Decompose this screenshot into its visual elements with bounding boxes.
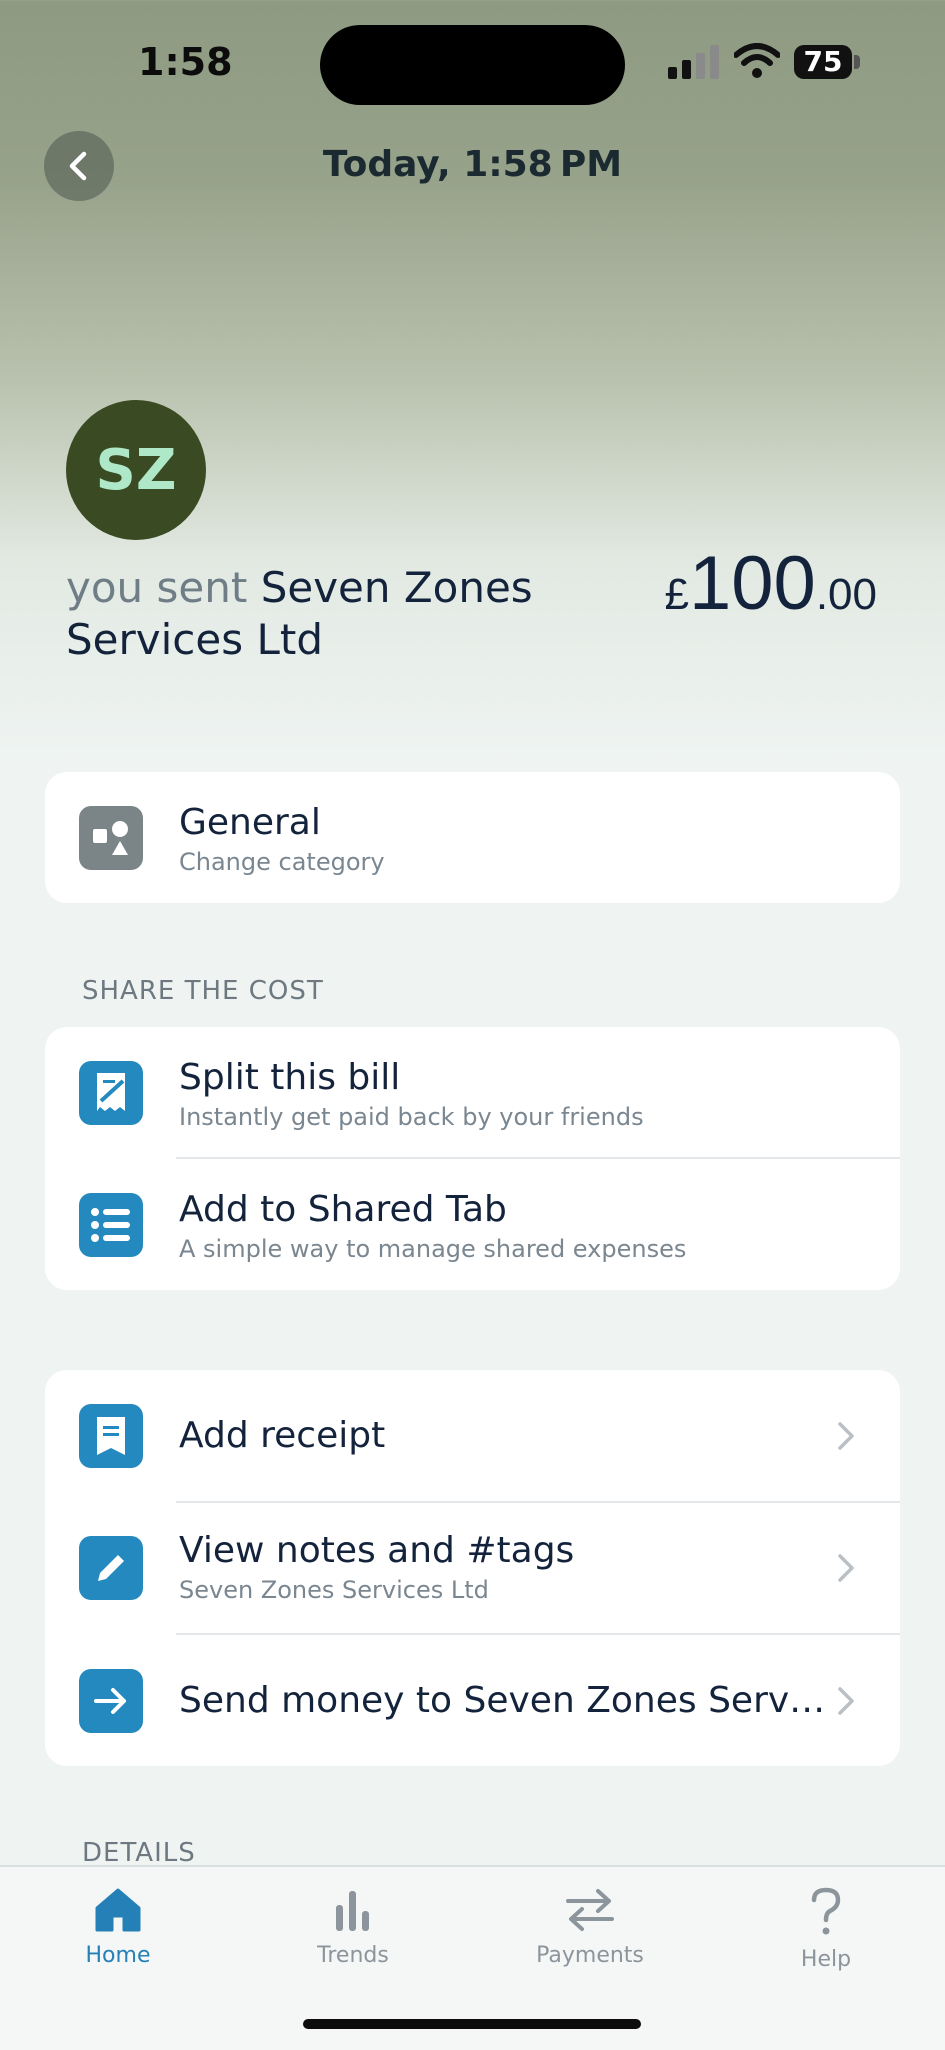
- category-icon: [79, 806, 143, 870]
- tab-trends-label: Trends: [317, 1943, 389, 1968]
- dynamic-island: [320, 25, 625, 105]
- split-bill-subtitle: Instantly get paid back by your friends: [179, 1103, 644, 1131]
- send-money-title: Send money to Seven Zones Serv…: [179, 1680, 826, 1721]
- shared-tab-subtitle: A simple way to manage shared expenses: [179, 1235, 687, 1263]
- arrow-right-icon: [94, 1688, 126, 1714]
- shapes-icon: [93, 821, 128, 855]
- amount: £100.00: [665, 540, 877, 627]
- shared-tab-title: Add to Shared Tab: [179, 1189, 507, 1230]
- avatar: SZ: [66, 400, 206, 540]
- shared-tab-icon: [79, 1193, 143, 1257]
- page-title: Today, 1:58 PM: [322, 144, 623, 185]
- share-the-cost-card: Split this bill Instantly get paid back …: [45, 1027, 900, 1290]
- details-heading: DETAILS: [82, 1838, 196, 1868]
- split-bill-icon: [79, 1061, 143, 1125]
- amount-minor: .00: [815, 570, 877, 619]
- receipt-split-icon: [97, 1073, 125, 1111]
- add-receipt-icon: [79, 1404, 143, 1468]
- tab-home-label: Home: [85, 1943, 151, 1968]
- send-money-row[interactable]: Send money to Seven Zones Serv…: [45, 1635, 900, 1766]
- home-indicator: [303, 2019, 641, 2029]
- tab-payments-label: Payments: [536, 1943, 644, 1968]
- category-title: General: [179, 802, 321, 843]
- bar-chart-icon: [336, 1891, 369, 1931]
- notes-tags-row[interactable]: View notes and #tags Seven Zones Service…: [45, 1502, 900, 1633]
- home-icon: [95, 1888, 141, 1932]
- amount-currency: £: [664, 570, 690, 619]
- cellular-signal-icon: [668, 45, 719, 79]
- tab-home[interactable]: Home: [38, 1887, 198, 1968]
- send-money-icon: [79, 1669, 143, 1733]
- category-subtitle: Change category: [179, 848, 385, 876]
- chevron-right-icon: [838, 1422, 854, 1450]
- share-the-cost-heading: SHARE THE COST: [82, 976, 324, 1006]
- notes-tags-title: View notes and #tags: [179, 1530, 575, 1571]
- battery-level: 75: [794, 45, 852, 79]
- split-bill-row[interactable]: Split this bill Instantly get paid back …: [45, 1027, 900, 1158]
- payee-line: you sent Seven Zones Services Ltd: [66, 562, 586, 666]
- transfer-arrows-icon: [566, 1889, 614, 1931]
- question-mark-icon: [811, 1887, 841, 1935]
- add-receipt-row[interactable]: Add receipt: [45, 1370, 900, 1501]
- split-bill-title: Split this bill: [179, 1057, 401, 1098]
- add-receipt-title: Add receipt: [179, 1415, 386, 1456]
- category-card[interactable]: General Change category: [45, 772, 900, 903]
- shared-tab-row[interactable]: Add to Shared Tab A simple way to manage…: [45, 1159, 900, 1290]
- tab-trends[interactable]: Trends: [273, 1887, 433, 1968]
- amount-major: 100: [689, 541, 816, 626]
- notes-tags-subtitle: Seven Zones Services Ltd: [179, 1576, 489, 1604]
- actions-card: Add receipt View notes and #tags Seven Z…: [45, 1370, 900, 1766]
- chevron-right-icon: [838, 1687, 854, 1715]
- tab-help[interactable]: Help: [746, 1887, 906, 1972]
- pencil-icon: [98, 1555, 124, 1581]
- chevron-right-icon: [838, 1554, 854, 1582]
- list-icon: [91, 1208, 130, 1242]
- status-time: 1:58: [138, 40, 233, 84]
- tab-help-label: Help: [800, 1947, 852, 1972]
- direction-text: you sent: [66, 563, 248, 612]
- receipt-icon: [97, 1417, 125, 1455]
- tab-payments[interactable]: Payments: [510, 1887, 670, 1968]
- wifi-icon: [734, 43, 780, 78]
- notes-icon: [79, 1536, 143, 1600]
- battery-tip: [854, 55, 860, 69]
